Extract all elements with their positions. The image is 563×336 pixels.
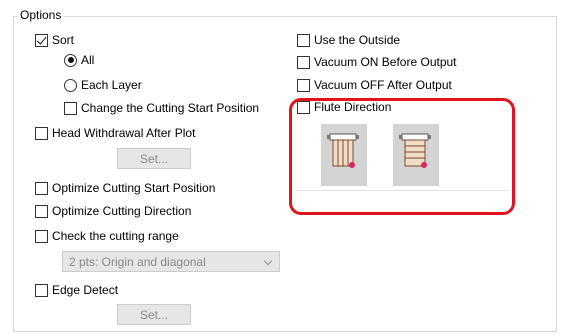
radio-all-label: All xyxy=(81,53,95,67)
vacuum-on-checkbox[interactable]: Vacuum ON Before Output xyxy=(297,53,457,71)
sort-checkbox-box[interactable] xyxy=(35,33,48,47)
vacuum-off-label: Vacuum OFF After Output xyxy=(314,78,452,92)
radio-each-layer[interactable]: Each Layer xyxy=(64,76,142,94)
radio-each-layer-button[interactable] xyxy=(64,78,77,92)
optimize-start-box[interactable] xyxy=(35,181,48,195)
range-select-value: 2 pts: Origin and diagonal xyxy=(69,254,206,269)
flute-divider xyxy=(297,190,509,191)
flute-vertical-button[interactable] xyxy=(321,124,367,186)
use-outside-checkbox[interactable]: Use the Outside xyxy=(297,31,400,49)
optimize-start-checkbox[interactable]: Optimize Cutting Start Position xyxy=(35,179,215,197)
options-group-title: Options xyxy=(18,7,64,23)
check-range-checkbox[interactable]: Check the cutting range xyxy=(35,227,179,245)
flute-vertical-icon xyxy=(327,133,359,168)
change-cutting-start-label: Change the Cutting Start Position xyxy=(81,101,260,115)
vacuum-off-box[interactable] xyxy=(297,78,310,92)
edge-detect-box[interactable] xyxy=(35,283,48,297)
change-cutting-start-checkbox[interactable]: Change the Cutting Start Position xyxy=(64,99,259,117)
sort-checkbox[interactable]: Sort xyxy=(35,31,74,49)
head-withdrawal-checkbox[interactable]: Head Withdrawal After Plot xyxy=(35,124,195,142)
flute-direction-checkbox[interactable]: Flute Direction xyxy=(297,98,391,116)
head-withdrawal-set-button[interactable]: Set... xyxy=(117,148,191,169)
optimize-direction-label: Optimize Cutting Direction xyxy=(52,204,192,218)
optimize-direction-box[interactable] xyxy=(35,204,48,218)
flute-direction-label: Flute Direction xyxy=(314,100,392,114)
use-outside-box[interactable] xyxy=(297,33,310,47)
flute-direction-box[interactable] xyxy=(297,100,310,114)
sort-label: Sort xyxy=(52,33,75,47)
radio-all-button[interactable] xyxy=(64,53,77,67)
change-cutting-start-box[interactable] xyxy=(64,101,77,115)
flute-horizontal-icon xyxy=(399,133,431,168)
head-withdrawal-label: Head Withdrawal After Plot xyxy=(52,126,196,140)
check-range-label: Check the cutting range xyxy=(52,229,179,243)
options-panel: Options Sort All Each Layer Change the C… xyxy=(0,0,563,336)
check-range-box[interactable] xyxy=(35,229,48,243)
use-outside-label: Use the Outside xyxy=(314,33,401,47)
head-withdrawal-box[interactable] xyxy=(35,126,48,140)
optimize-direction-checkbox[interactable]: Optimize Cutting Direction xyxy=(35,202,191,220)
optimize-start-label: Optimize Cutting Start Position xyxy=(52,181,216,195)
chevron-down-icon xyxy=(263,256,273,266)
edge-detect-set-button[interactable]: Set... xyxy=(117,304,191,325)
vacuum-on-box[interactable] xyxy=(297,55,310,69)
radio-each-layer-label: Each Layer xyxy=(81,78,142,92)
edge-detect-label: Edge Detect xyxy=(52,283,119,297)
radio-all[interactable]: All xyxy=(64,51,94,69)
range-select[interactable]: 2 pts: Origin and diagonal xyxy=(62,251,280,272)
flute-horizontal-button[interactable] xyxy=(393,124,439,186)
edge-detect-checkbox[interactable]: Edge Detect xyxy=(35,281,118,299)
vacuum-on-label: Vacuum ON Before Output xyxy=(314,55,457,69)
vacuum-off-checkbox[interactable]: Vacuum OFF After Output xyxy=(297,76,452,94)
